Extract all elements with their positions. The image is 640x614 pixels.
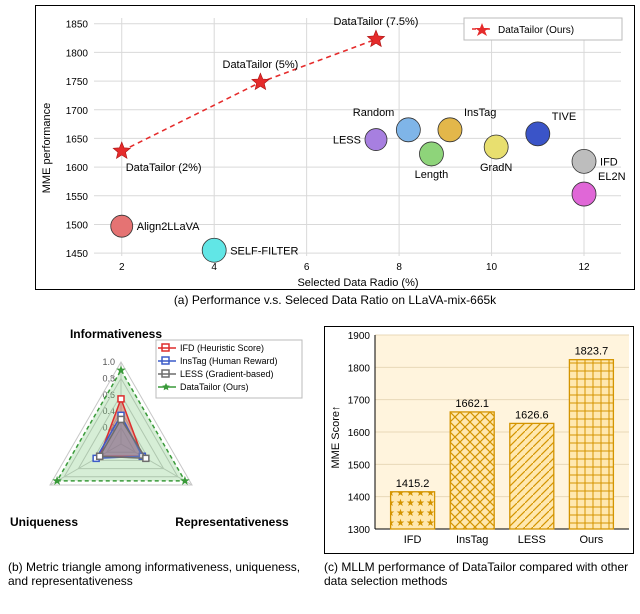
y-axis-label: MME performance [41,103,53,193]
svg-text:1700: 1700 [348,396,371,407]
svg-text:1600: 1600 [348,428,371,439]
panel-c-svg: ★ 1300140015001600170018001900 1415.2IFD… [325,327,635,555]
bar-value: 1415.2 [396,478,430,490]
legend-b-item: LESS (Gradient-based) [180,369,274,379]
star-label: DataTailor (5%) [223,59,299,71]
svg-text:10: 10 [486,262,498,273]
bubble-EL2N [572,182,596,206]
svg-text:1750: 1750 [66,77,89,88]
svg-text:1300: 1300 [348,525,371,536]
star-label: DataTailor (7.5%) [333,16,418,28]
bubble-label-SELF-FILTER: SELF-FILTER [230,245,298,257]
caption-c: (c) MLLM performance of DataTailor compa… [318,560,640,588]
svg-text:1500: 1500 [348,460,371,471]
bar-InsTag [450,412,494,529]
bubble-InsTag [438,118,462,142]
svg-text:1.0: 1.0 [102,357,115,367]
legend-b-item: InsTag (Human Reward) [180,356,278,366]
bar-cat: InsTag [456,534,488,546]
bar-cat: IFD [404,534,422,546]
svg-text:1550: 1550 [66,192,89,203]
bar-Ours [569,360,613,529]
svg-text:1900: 1900 [348,331,371,342]
star-marker [252,73,269,89]
svg-text:1650: 1650 [66,134,89,145]
c-ylabel: MME Score↑ [330,406,342,469]
bar-value: 1662.1 [455,398,489,410]
bubble-label-EL2N: EL2N [598,171,626,183]
svg-text:1450: 1450 [66,249,89,260]
svg-text:1500: 1500 [66,220,89,231]
bubble-label-TIVE: TIVE [552,111,576,123]
bar-value: 1626.6 [515,409,549,421]
caption-b: (b) Metric triangle among informativenes… [0,560,318,588]
axis-representativeness: Representativeness [175,515,289,529]
bubble-label-LESS: LESS [333,135,361,147]
legend-b-item: IFD (Heuristic Score) [180,343,264,353]
legend-a-label: DataTailor (Ours) [498,25,574,36]
legend-b-item: DataTailor (Ours) [180,382,249,392]
svg-text:1800: 1800 [348,363,371,374]
bubble-label-Align2LLaVA: Align2LLaVA [137,221,200,233]
x-axis-label: Selected Data Radio (%) [297,277,418,289]
bar-cat: Ours [579,534,603,546]
bubble-Length [419,142,443,166]
bubble-IFD [572,149,596,173]
bubble-label-IFD: IFD [600,156,618,168]
panel-c-bar: ★ 1300140015001600170018001900 1415.2IFD… [324,326,634,554]
panel-a-svg: 2 4 6 8 10 12 1450 1500 1550 1600 1650 1700 1750 180… [36,6,636,291]
bar-IFD [391,492,435,529]
star-label: DataTailor (2%) [126,162,202,174]
svg-text:1700: 1700 [66,106,89,117]
axis-informativeness: Informativeness [70,327,162,341]
star-marker [367,30,384,46]
axis-uniqueness: Uniqueness [10,515,78,529]
svg-text:8: 8 [396,262,402,273]
panel-b-svg: 0.20.40.60.81.0 Informativeness Represen… [6,326,304,554]
bubble-Random [396,118,420,142]
legend-a: DataTailor (Ours) [464,18,622,40]
panel-b-radar: 0.20.40.60.81.0 Informativeness Represen… [6,326,304,554]
legend-b: IFD (Heuristic Score) InsTag (Human Rewar… [156,340,302,398]
svg-text:6: 6 [304,262,310,273]
bar-value: 1823.7 [575,346,609,358]
bubble-label-GradN: GradN [480,162,512,174]
bubble-Align2LLaVA [111,215,133,237]
bubble-label-Random: Random [353,107,395,119]
bubble-LESS [365,129,387,151]
svg-text:12: 12 [578,262,590,273]
bar-LESS [510,423,554,529]
svg-text:1400: 1400 [348,493,371,504]
bubble-label-InsTag: InsTag [464,107,496,119]
bar-cat: LESS [518,534,546,546]
svg-text:1800: 1800 [66,48,89,59]
svg-text:1850: 1850 [66,20,89,31]
svg-text:2: 2 [119,262,125,273]
svg-text:4: 4 [211,262,217,273]
caption-a: (a) Performance v.s. Seleced Data Ratio … [35,293,635,307]
bubble-label-Length: Length [415,169,449,181]
bubble-GradN [484,135,508,159]
bubble-SELF-FILTER [202,238,226,262]
panel-a-scatter: 2 4 6 8 10 12 1450 1500 1550 1600 1650 1700 1750 180… [35,5,635,290]
svg-text:1600: 1600 [66,163,89,174]
bubble-TIVE [526,122,550,146]
